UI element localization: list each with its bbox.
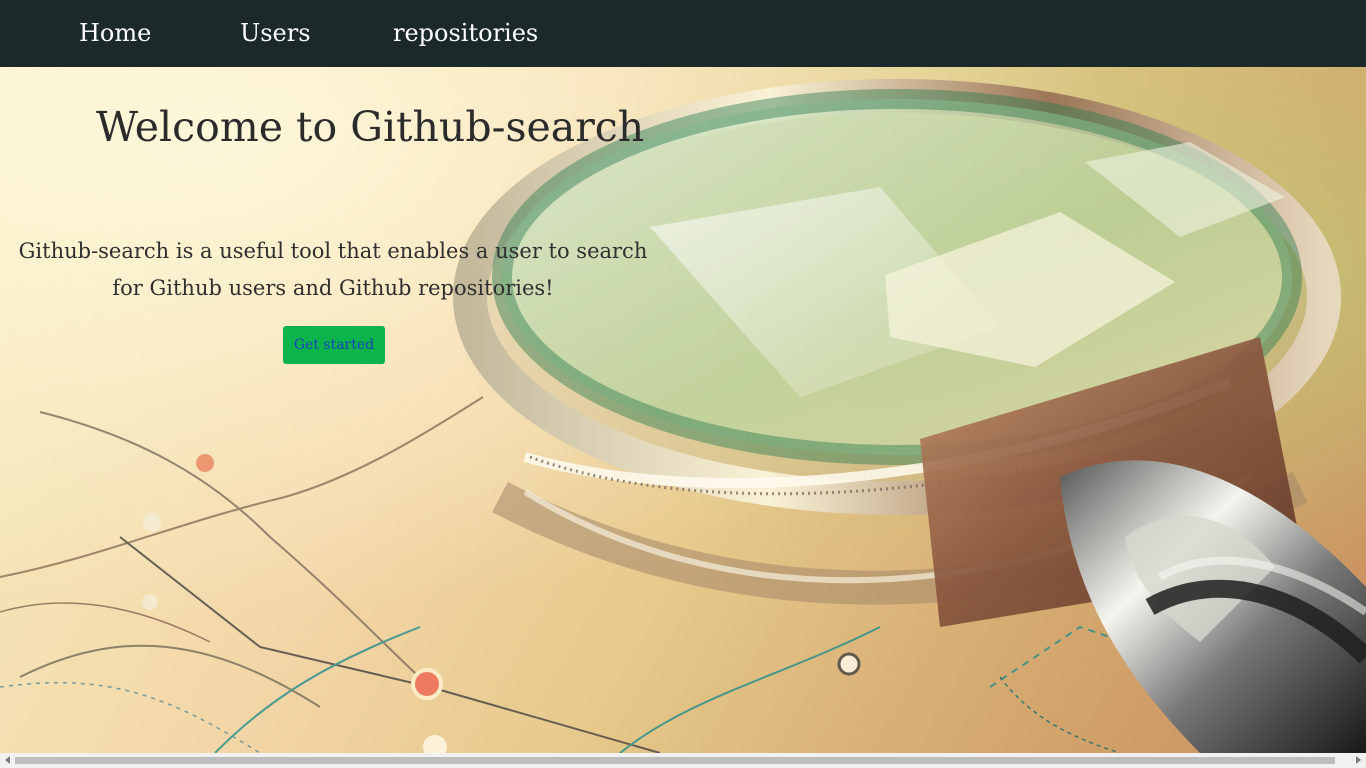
nav-home-link[interactable]: Home (79, 17, 151, 49)
hero-description: Github-search is a useful tool that enab… (18, 239, 648, 300)
hero-section: Welcome to Github-search Github-search i… (0, 67, 1366, 753)
magnifying-glass (453, 79, 1366, 753)
nav-users-link[interactable]: Users (240, 17, 311, 49)
horizontal-scrollbar[interactable] (0, 753, 1366, 768)
magnifying-glass-map-background (0, 79, 1366, 753)
horizontal-scroll-thumb[interactable] (15, 757, 1335, 764)
get-started-button[interactable]: Get started (283, 326, 385, 364)
top-navigation-bar: Home Users repositories (0, 0, 1366, 67)
page-title: Welcome to Github-search (96, 103, 645, 151)
nav-repositories-link[interactable]: repositories (393, 17, 538, 49)
scroll-right-arrow-icon[interactable] (1356, 756, 1361, 764)
scroll-left-arrow-icon[interactable] (5, 756, 10, 764)
